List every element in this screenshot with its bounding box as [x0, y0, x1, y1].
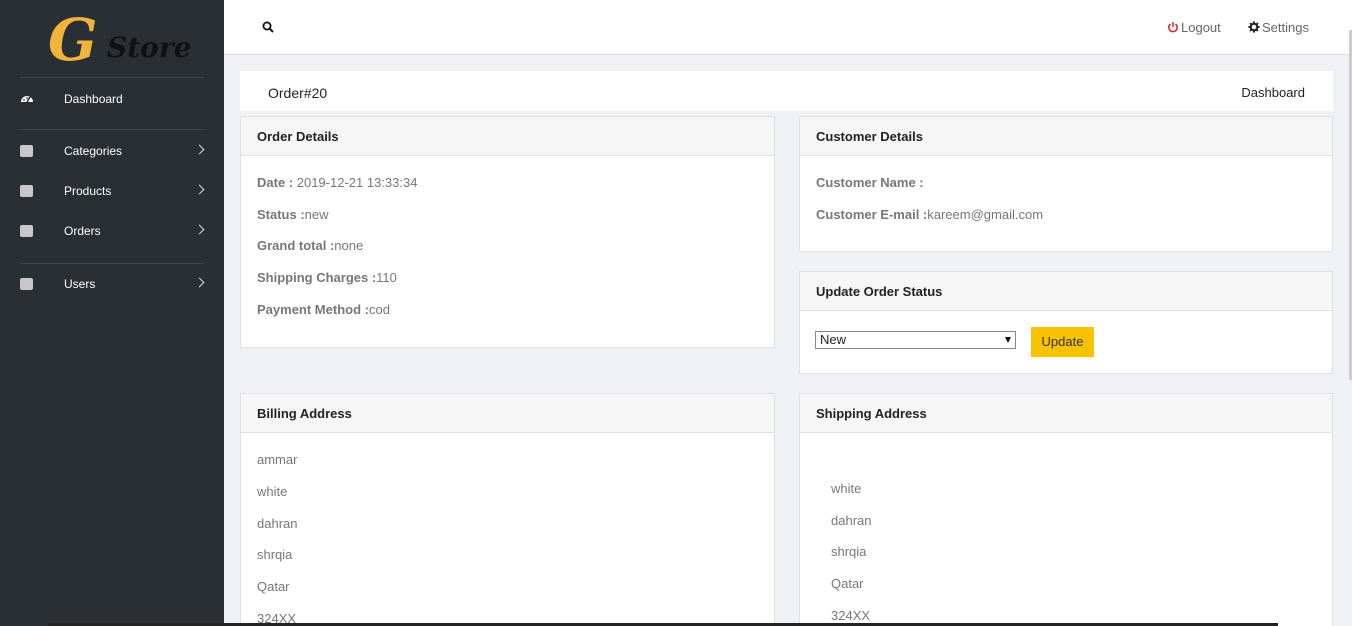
- sidebar-item-label: Orders: [64, 224, 101, 238]
- selected-value: New: [820, 332, 847, 347]
- billing-address-card: Billing Address ammar white dahran shrqi…: [240, 393, 775, 626]
- address-line: shrqia: [257, 547, 293, 562]
- chevron-right-icon: [194, 224, 205, 235]
- order-status-row: Status :new: [257, 207, 329, 222]
- order-date-row: Date : 2019-12-21 13:33:34: [257, 175, 418, 190]
- page-header: Order#20 Dashboard: [240, 71, 1333, 111]
- gear-icon: [1248, 21, 1260, 33]
- square-icon: [20, 145, 33, 157]
- chevron-right-icon: [194, 144, 205, 155]
- chevron-right-icon: [194, 277, 205, 288]
- sidebar-divider: [20, 129, 204, 130]
- topbar: Logout Settings: [224, 0, 1352, 55]
- power-icon: [1168, 22, 1178, 33]
- customer-name-row: Customer Name :: [816, 175, 924, 190]
- settings-link[interactable]: Settings: [1248, 20, 1309, 35]
- sidebar-item-label: Categories: [64, 144, 123, 158]
- sidebar-item-categories[interactable]: Categories: [0, 133, 224, 169]
- chevron-right-icon: [194, 184, 205, 195]
- address-line: Qatar: [257, 579, 290, 594]
- sidebar: G Store Dashboard Categories Products Or…: [0, 0, 224, 626]
- card-heading: Order Details: [241, 117, 774, 156]
- address-line: 324XX: [831, 608, 871, 623]
- sidebar-item-label: Users: [64, 277, 96, 291]
- address-line: dahran: [831, 513, 872, 528]
- sidebar-item-products[interactable]: Products: [0, 173, 224, 209]
- sidebar-item-dashboard[interactable]: Dashboard: [0, 81, 224, 117]
- order-total-row: Grand total :none: [257, 238, 364, 253]
- logout-label: Logout: [1181, 20, 1221, 35]
- sidebar-item-orders[interactable]: Orders: [0, 213, 224, 249]
- square-icon: [20, 185, 33, 197]
- sidebar-item-label: Dashboard: [64, 92, 123, 106]
- address-line: white: [831, 481, 862, 496]
- brand-logo[interactable]: G Store: [20, 6, 204, 78]
- update-button[interactable]: Update: [1031, 327, 1094, 357]
- shipping-address-card: Shipping Address white dahran shrqia Qat…: [799, 393, 1333, 626]
- page-title: Order#20: [268, 85, 328, 101]
- dropdown-arrow-icon: [1005, 337, 1011, 343]
- settings-label: Settings: [1262, 20, 1309, 35]
- square-icon: [20, 278, 33, 290]
- square-icon: [20, 225, 33, 237]
- logout-link[interactable]: Logout: [1167, 20, 1221, 35]
- address-line: Qatar: [831, 576, 864, 591]
- payment-method-row: Payment Method :cod: [257, 302, 390, 317]
- order-details-card: Order Details Date : 2019-12-21 13:33:34…: [240, 116, 775, 348]
- card-heading: Shipping Address: [800, 394, 1332, 433]
- address-line: white: [257, 484, 288, 499]
- update-status-card: Update Order Status New Update: [799, 271, 1333, 374]
- shipping-charges-row: Shipping Charges :110: [257, 270, 397, 285]
- customer-details-card: Customer Details Customer Name : Custome…: [799, 116, 1333, 252]
- sidebar-divider: [20, 263, 204, 264]
- customer-email-row: Customer E-mail :kareem@gmail.com: [816, 207, 1044, 222]
- order-status-select[interactable]: New: [815, 331, 1016, 349]
- address-line: dahran: [257, 516, 298, 531]
- brand-name: Store: [107, 31, 192, 64]
- search-icon[interactable]: [262, 21, 274, 33]
- dashboard-icon: [20, 92, 34, 106]
- brand-letter: G: [48, 6, 98, 74]
- sidebar-item-label: Products: [64, 184, 112, 198]
- breadcrumb[interactable]: Dashboard: [1241, 85, 1305, 100]
- card-heading: Billing Address: [241, 394, 774, 433]
- sidebar-item-users[interactable]: Users: [0, 266, 224, 302]
- address-line: shrqia: [831, 544, 867, 559]
- card-heading: Update Order Status: [800, 272, 1332, 311]
- address-line: ammar: [257, 452, 298, 467]
- card-heading: Customer Details: [800, 117, 1332, 156]
